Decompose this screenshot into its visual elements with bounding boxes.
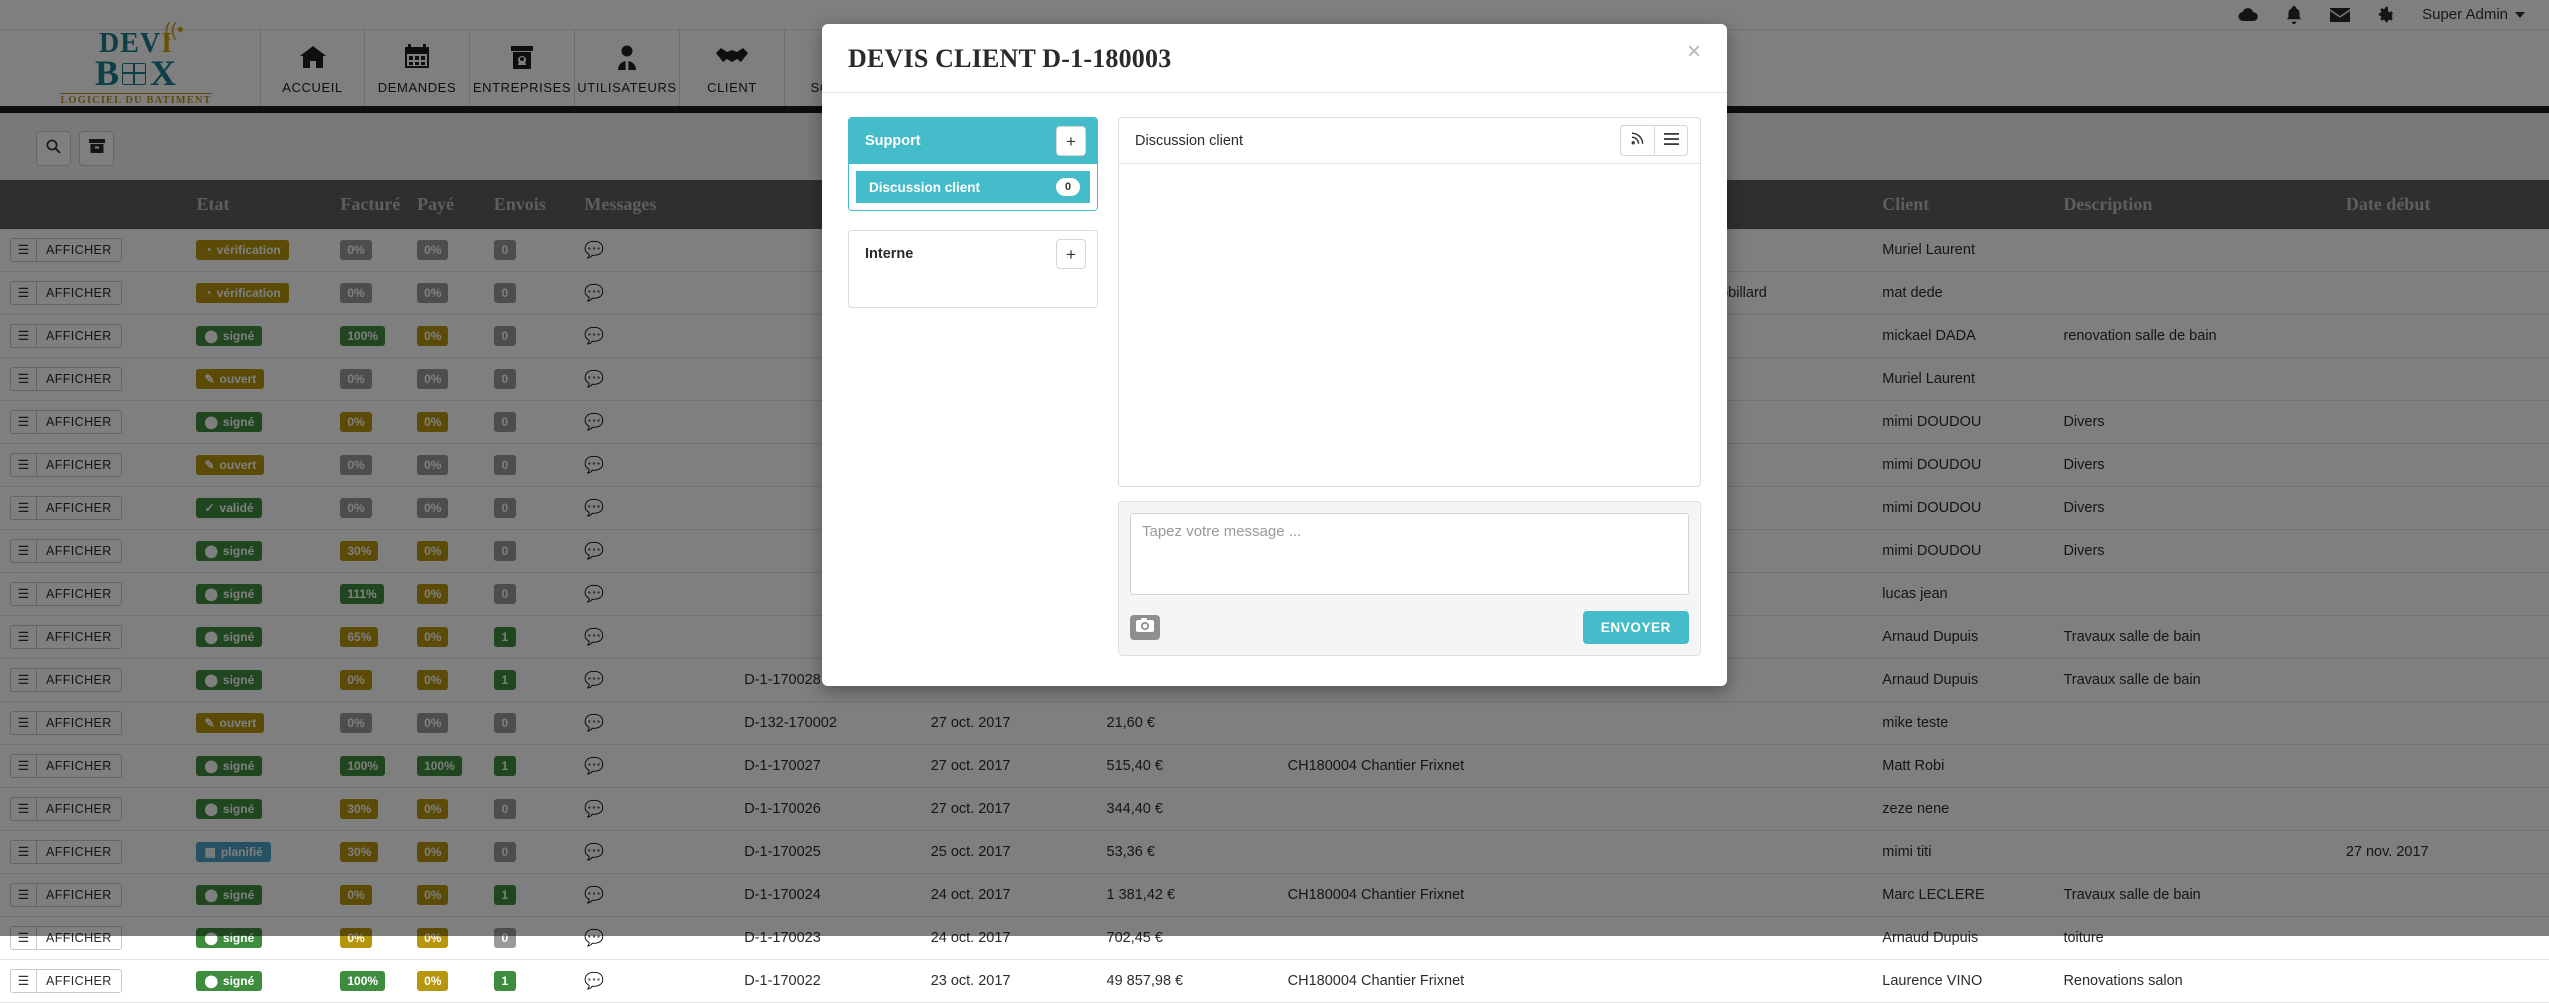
cell-employe xyxy=(1640,960,1872,1003)
message-bubble-icon[interactable]: 💬 xyxy=(584,973,604,990)
paye-pill: 0% xyxy=(417,971,448,991)
group-support-title: Support xyxy=(865,133,921,149)
close-icon[interactable]: × xyxy=(1687,44,1701,60)
group-support-body: Discussion client 0 xyxy=(849,164,1097,210)
message-composer: ENVOYER xyxy=(1118,501,1701,656)
discussion-actions xyxy=(1620,125,1688,156)
composer-actions: ENVOYER xyxy=(1130,611,1689,644)
message-feed[interactable] xyxy=(1119,164,1700,486)
modal-header: DEVIS CLIENT D-1-180003 × xyxy=(822,24,1727,93)
table-row[interactable]: ☰AFFICHER ⬤signé 100% 0% 1 💬 D-1-17002223 oct.… xyxy=(0,960,2549,1003)
modal-body: Support + Discussion client 0 Interne + xyxy=(822,93,1727,686)
camera-icon xyxy=(1136,618,1154,637)
cell-date: 23 oct. 2017 xyxy=(921,960,1097,1003)
group-support-header[interactable]: Support + xyxy=(849,118,1097,164)
cell-chantier: CH180004 Chantier Frixnet xyxy=(1278,960,1640,1003)
cell-etat: ⬤signé xyxy=(186,960,330,1003)
channel-groups: Support + Discussion client 0 Interne + xyxy=(848,117,1098,656)
discussion-box: Discussion client xyxy=(1118,117,1701,487)
group-interne-header[interactable]: Interne + xyxy=(849,231,1097,277)
message-input[interactable] xyxy=(1130,513,1689,595)
facture-pill: 100% xyxy=(340,971,385,991)
cell-actions: ☰AFFICHER xyxy=(0,960,186,1003)
add-interne-channel-button[interactable]: + xyxy=(1056,239,1086,269)
group-interne: Interne + xyxy=(848,230,1098,308)
cell-montant: 49 857,98 € xyxy=(1097,960,1278,1003)
status-badge: ⬤signé xyxy=(196,971,262,991)
cell-facture: 100% xyxy=(330,960,407,1003)
rss-icon xyxy=(1631,131,1645,150)
group-interne-body xyxy=(849,277,1097,307)
status-icon: ⬤ xyxy=(204,974,217,988)
cell-paye: 0% xyxy=(407,960,484,1003)
rss-feed-button[interactable] xyxy=(1620,125,1654,156)
group-interne-title: Interne xyxy=(865,246,913,262)
group-support: Support + Discussion client 0 xyxy=(848,117,1098,211)
discussion-title: Discussion client xyxy=(1135,133,1243,149)
channel-label: Discussion client xyxy=(869,180,980,195)
channel-discussion-client[interactable]: Discussion client 0 xyxy=(856,171,1090,203)
cell-client: Laurence VINO xyxy=(1872,960,2053,1003)
row-menu-button[interactable]: ☰ xyxy=(10,969,36,993)
row-view-button[interactable]: AFFICHER xyxy=(36,969,122,993)
cell-description: Renovations salon xyxy=(2053,960,2335,1003)
channel-unread-badge: 0 xyxy=(1056,178,1080,196)
cell-envois: 1 xyxy=(484,960,575,1003)
cell-date-debut xyxy=(2336,960,2549,1003)
discussion-column: Discussion client xyxy=(1118,117,1701,656)
add-support-channel-button[interactable]: + xyxy=(1056,126,1086,156)
menu-button[interactable] xyxy=(1654,125,1688,156)
discussion-header: Discussion client xyxy=(1119,118,1700,164)
envois-pill: 1 xyxy=(494,971,516,991)
modal-title: DEVIS CLIENT D-1-180003 xyxy=(848,44,1171,74)
devis-client-modal: DEVIS CLIENT D-1-180003 × Support + Disc… xyxy=(822,24,1727,686)
attach-photo-button[interactable] xyxy=(1130,615,1160,640)
send-button[interactable]: ENVOYER xyxy=(1583,611,1689,644)
hamburger-icon xyxy=(1664,132,1679,150)
cell-messages[interactable]: 💬 xyxy=(574,960,734,1003)
cell-numero: D-1-170022 xyxy=(734,960,920,1003)
